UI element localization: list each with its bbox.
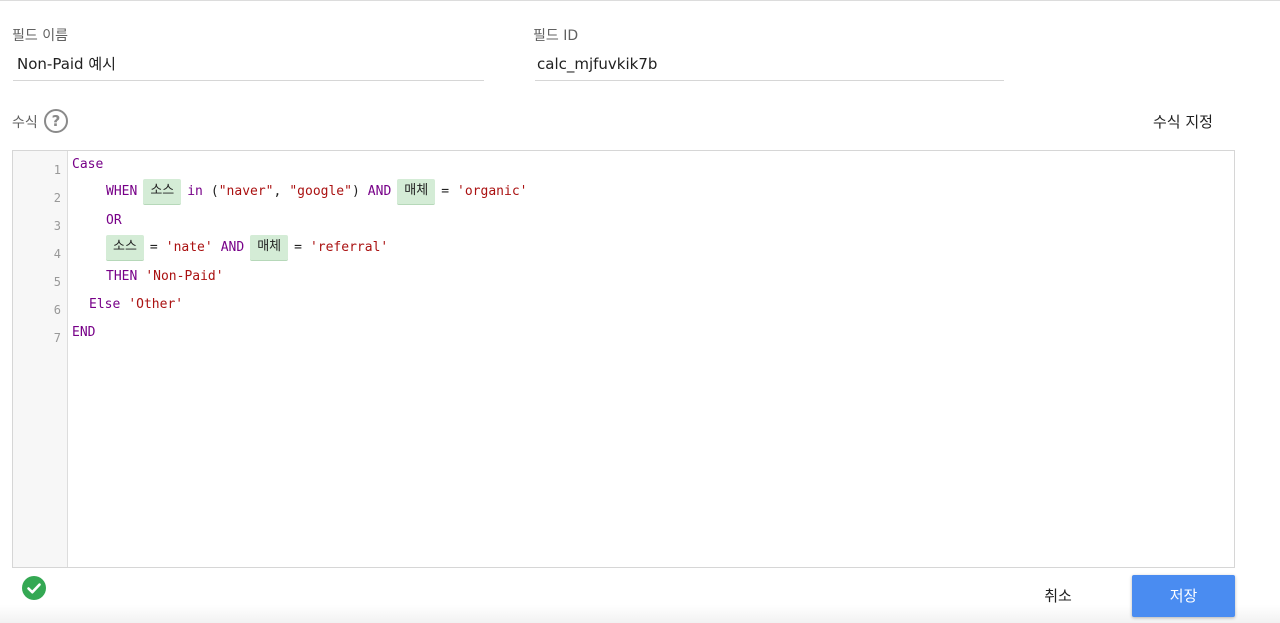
field-id-underline xyxy=(535,80,1004,81)
code-line: Else 'Other' xyxy=(89,291,183,319)
line-number: 6 xyxy=(53,303,61,317)
check-circle-icon xyxy=(22,576,46,600)
top-divider xyxy=(0,0,1280,1)
line-number-gutter: 1 2 3 4 5 6 7 xyxy=(13,151,68,567)
keyword-token: THEN xyxy=(106,269,138,284)
field-chip-medium[interactable]: 매체 xyxy=(250,235,289,261)
code-line: OR xyxy=(106,207,122,235)
code-line: 소스 = 'nate' AND 매체 = 'referral' xyxy=(106,234,388,262)
formula-editor[interactable]: 1 2 3 4 5 6 7 Case WHEN 소스 in ( "naver" … xyxy=(12,150,1235,568)
help-icon[interactable]: ? xyxy=(44,109,68,133)
save-button[interactable]: 저장 xyxy=(1132,575,1235,617)
field-id-label: 필드 ID xyxy=(533,28,579,44)
string-token: 'organic' xyxy=(457,184,528,199)
keyword-token: in xyxy=(187,184,203,199)
line-number: 3 xyxy=(53,219,61,233)
field-name-label: 필드 이름 xyxy=(12,28,68,44)
field-chip-source[interactable]: 소스 xyxy=(143,179,182,205)
keyword-token: WHEN xyxy=(106,184,138,199)
code-line: THEN 'Non-Paid' xyxy=(106,263,224,291)
string-token: 'referral' xyxy=(309,240,389,255)
footer-shade xyxy=(0,605,1280,623)
formula-label: 수식 xyxy=(12,115,38,131)
string-token: 'nate' xyxy=(165,240,213,255)
cancel-button[interactable]: 취소 xyxy=(1030,580,1086,612)
line-number: 7 xyxy=(53,331,61,345)
keyword-token: AND xyxy=(367,184,392,199)
keyword-token: Else xyxy=(89,297,121,312)
formula-assign-button[interactable]: 수식 지정 xyxy=(1153,111,1213,132)
string-token: "google" xyxy=(289,184,352,199)
field-name-underline xyxy=(13,80,484,81)
field-chip-medium[interactable]: 매체 xyxy=(397,179,436,205)
punctuation-token: , xyxy=(273,184,282,199)
keyword-token: END xyxy=(72,325,96,340)
code-line: WHEN 소스 in ( "naver" , "google" ) AND 매체… xyxy=(106,178,527,206)
code-line: Case xyxy=(72,151,103,179)
punctuation-token: ) xyxy=(351,184,360,199)
string-token: "naver" xyxy=(218,184,274,199)
punctuation-token: = xyxy=(149,240,158,255)
code-line: END xyxy=(72,319,95,347)
code-area[interactable]: Case WHEN 소스 in ( "naver" , "google" ) A… xyxy=(72,151,1234,567)
punctuation-token: ( xyxy=(210,184,219,199)
punctuation-token: = xyxy=(441,184,450,199)
field-id-input[interactable]: calc_mjfuvkik7b xyxy=(537,55,657,73)
string-token: 'Non-Paid' xyxy=(145,269,224,284)
string-token: 'Other' xyxy=(128,297,184,312)
field-chip-source[interactable]: 소스 xyxy=(106,235,144,261)
field-name-input[interactable]: Non-Paid 예시 xyxy=(17,53,116,74)
line-number: 4 xyxy=(53,247,61,261)
keyword-token: Case xyxy=(72,157,104,172)
keyword-token: OR xyxy=(106,213,122,228)
line-number: 2 xyxy=(53,191,61,205)
line-number: 1 xyxy=(53,163,61,177)
keyword-token: AND xyxy=(220,240,245,255)
punctuation-token: = xyxy=(294,240,302,255)
line-number: 5 xyxy=(53,275,61,289)
